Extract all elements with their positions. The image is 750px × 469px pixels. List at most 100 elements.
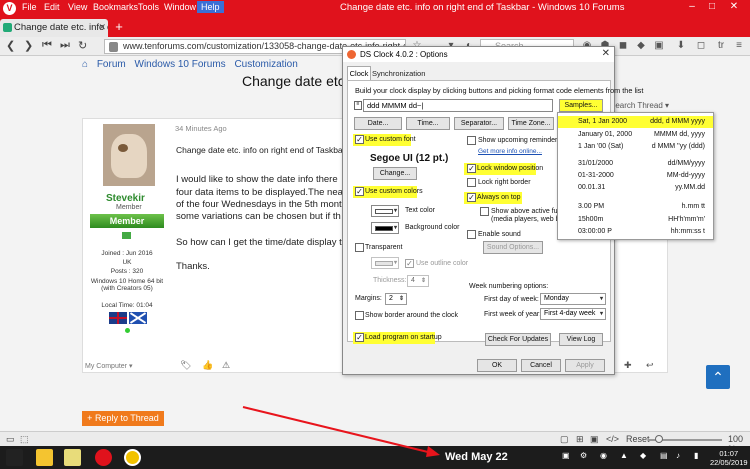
reply-to-thread-button[interactable]: + Reply to Thread	[82, 411, 164, 426]
close-icon[interactable]: ✕	[726, 1, 742, 12]
username[interactable]: Stevekir	[106, 193, 145, 204]
menu-view[interactable]: View	[68, 2, 87, 12]
more-info-link[interactable]: Get more info online...	[478, 148, 542, 155]
code-icon[interactable]: </>	[606, 434, 619, 444]
tab-clock[interactable]: Clock	[347, 66, 371, 80]
menu-help[interactable]: Help	[197, 1, 224, 13]
notes-icon[interactable]	[64, 449, 81, 466]
menu-icon[interactable]: ≡	[732, 39, 746, 53]
background-color-picker[interactable]: ▾	[371, 222, 399, 234]
maximize-icon[interactable]: □	[704, 1, 720, 12]
multiquote-icon[interactable]: ✚	[624, 360, 632, 371]
home-icon[interactable]: ⌂	[82, 59, 88, 70]
tray-icon[interactable]: ▲	[620, 451, 630, 461]
ok-button[interactable]: OK	[477, 359, 517, 372]
tiling-icon[interactable]: ⬚	[20, 434, 29, 445]
samples-button[interactable]: Samples...	[559, 99, 603, 112]
always-on-top-checkbox[interactable]: ✓	[467, 193, 476, 202]
back-icon[interactable]: ❮	[6, 39, 15, 52]
outline-color-checkbox[interactable]: ✓	[405, 259, 414, 268]
menu-window[interactable]: Window	[164, 2, 196, 12]
lock-right-border-checkbox[interactable]	[467, 178, 476, 187]
vivaldi-logo-icon[interactable]: V	[3, 2, 16, 15]
scroll-to-top-icon[interactable]: ⌃	[706, 365, 730, 389]
my-computer-link[interactable]: My Computer ▾	[85, 362, 132, 370]
load-startup-checkbox[interactable]: ✓	[355, 333, 364, 342]
separator-button[interactable]: Separator...	[454, 117, 504, 130]
tray-icon[interactable]: ◉	[600, 451, 610, 461]
sample-row[interactable]: 00.01.31 yy.MM.dd	[558, 182, 713, 194]
time-button[interactable]: Time...	[406, 117, 450, 130]
menu-edit[interactable]: Edit	[44, 2, 60, 12]
lock-position-checkbox[interactable]: ✓	[467, 164, 476, 173]
system-clock[interactable]: 01:07 22/05/2019	[710, 449, 748, 467]
rewind-icon[interactable]: ⏮	[42, 39, 52, 52]
tab-synchronization[interactable]: Synchronization	[372, 68, 425, 80]
border-checkbox[interactable]	[355, 311, 364, 320]
image-icon[interactable]: ▣	[590, 434, 599, 445]
reload-icon[interactable]: ↻	[78, 39, 87, 52]
apply-button[interactable]: Apply	[565, 359, 605, 372]
first-week-select[interactable]: First 4-day week ▾	[540, 308, 606, 320]
translate-icon[interactable]: tr	[714, 39, 728, 53]
reply-icon[interactable]: ↩	[646, 360, 654, 371]
outline-color-picker[interactable]: ▾	[371, 257, 399, 269]
tile-icon[interactable]: ⊞	[576, 434, 584, 445]
tray-icon[interactable]: ◆	[640, 451, 650, 461]
sample-row[interactable]: 15h00m HH'h'mm'm'	[558, 214, 713, 226]
extension-4-icon[interactable]: ◆	[634, 39, 648, 53]
custom-colors-checkbox[interactable]: ✓	[355, 187, 364, 196]
sample-row[interactable]: 1 Jan '00 (Sat) d MMM ''yy (ddd)	[558, 141, 713, 153]
vivaldi-taskbar-icon[interactable]	[95, 449, 112, 466]
change-font-button[interactable]: Change...	[373, 167, 417, 180]
format-input[interactable]: ddd MMMM dd~|	[363, 99, 553, 112]
dialog-close-icon[interactable]: ✕	[602, 48, 610, 59]
capture-icon[interactable]: ▢	[560, 434, 569, 445]
sound-options-button[interactable]: Sound Options...	[483, 241, 543, 254]
sample-row[interactable]: 01-31-2000 MM-dd-yyyy	[558, 170, 713, 182]
timezone-button[interactable]: Time Zone...	[508, 117, 554, 130]
avatar[interactable]	[103, 124, 155, 186]
tab-forum[interactable]: Change date etc. info on ri ✕	[0, 19, 108, 37]
extension-3-icon[interactable]: ◼	[616, 39, 630, 53]
like-icon[interactable]: 👍	[202, 360, 213, 371]
tag-icon[interactable]: 🏷	[180, 360, 191, 371]
site-info-icon[interactable]	[109, 42, 118, 52]
transparent-checkbox[interactable]	[355, 243, 364, 252]
zoom-reset[interactable]: Reset	[626, 434, 650, 444]
network-icon[interactable]: ▤	[660, 451, 670, 461]
file-explorer-icon[interactable]	[36, 449, 53, 466]
breadcrumb-customization[interactable]: Customization	[234, 59, 297, 70]
tray-icon[interactable]: ▮	[694, 451, 704, 461]
sample-row[interactable]: 03:00:00 P hh:mm:ss t	[558, 226, 713, 238]
view-log-button[interactable]: View Log	[559, 333, 603, 346]
new-tab-icon[interactable]: +	[112, 20, 126, 34]
tray-icon[interactable]: ▣	[562, 451, 572, 461]
report-icon[interactable]: ⚠	[222, 360, 230, 371]
forward-icon[interactable]: ❯	[24, 39, 33, 52]
first-day-select[interactable]: Monday ▾	[540, 293, 606, 305]
tab-close-icon[interactable]: ✕	[98, 22, 106, 33]
extension-5-icon[interactable]: ▣	[652, 39, 666, 53]
tray-icon[interactable]: ⚙	[580, 451, 590, 461]
zoom-slider-handle[interactable]	[655, 435, 663, 443]
menu-bookmarks[interactable]: Bookmarks	[93, 2, 138, 12]
start-icon[interactable]	[6, 449, 23, 466]
margins-spinner[interactable]: 2 ⇕	[385, 293, 407, 305]
text-color-picker[interactable]: ▾	[371, 205, 399, 217]
fast-forward-icon[interactable]: ⏭	[60, 39, 70, 52]
enable-sound-checkbox[interactable]	[467, 230, 476, 239]
sample-row[interactable]: 31/01/2000 dd/MM/yyyy	[558, 158, 713, 170]
format-list-icon[interactable]: ≡	[354, 101, 362, 110]
extension-6-icon[interactable]: ◻	[694, 39, 708, 53]
sample-row[interactable]: 3.00 PM h.mm tt	[558, 201, 713, 213]
ds-clock-display[interactable]: Wed May 22	[445, 451, 508, 463]
download-icon[interactable]: ⬇	[674, 39, 688, 53]
search-thread-button[interactable]: Search Thread ▾	[610, 101, 669, 110]
menu-tools[interactable]: Tools	[138, 2, 159, 12]
panel-toggle-icon[interactable]: ▭	[6, 434, 15, 445]
custom-font-checkbox[interactable]: ✓	[355, 135, 364, 144]
cancel-button[interactable]: Cancel	[521, 359, 561, 372]
date-button[interactable]: Date...	[354, 117, 402, 130]
ds-clock-taskbar-icon[interactable]	[124, 449, 141, 466]
